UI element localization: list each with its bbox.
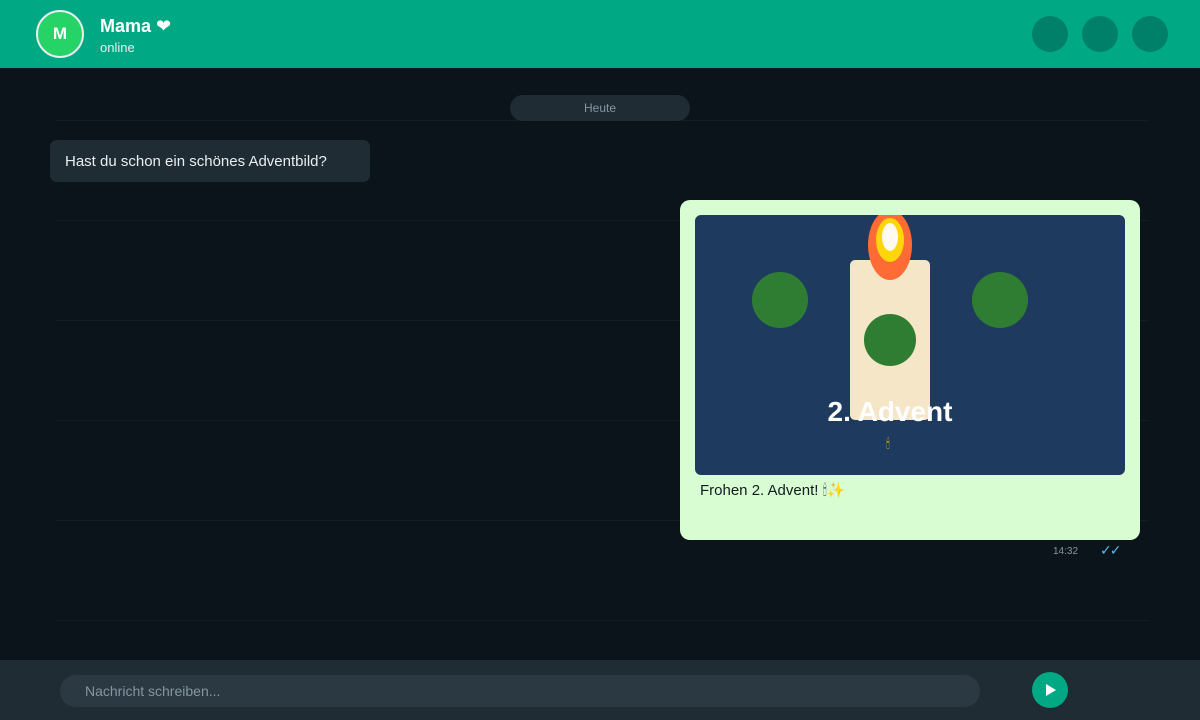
date-divider: Heute: [510, 95, 690, 121]
wreath-ball-icon: [752, 272, 808, 328]
grid-line: [55, 620, 1150, 621]
avatar[interactable]: M: [36, 10, 84, 58]
contact-name[interactable]: Mama ❤: [100, 15, 171, 37]
image-emoji: 🕯: [886, 436, 890, 452]
header-action-3-button[interactable]: [1132, 16, 1168, 52]
chat-header: M Mama ❤ online: [0, 0, 1200, 68]
incoming-message[interactable]: Hast du schon ein schönes Adventbild?: [50, 140, 370, 182]
outgoing-message[interactable]: 2. Advent 🕯 Frohen 2. Advent! 🕯✨: [680, 200, 1140, 540]
header-action-2-button[interactable]: [1082, 16, 1118, 52]
wreath-ball-icon: [864, 314, 916, 366]
advent-image[interactable]: 2. Advent 🕯: [695, 215, 1125, 475]
message-input[interactable]: [60, 675, 980, 707]
header-action-1-button[interactable]: [1032, 16, 1068, 52]
message-composer: [0, 660, 1200, 720]
message-caption: Frohen 2. Advent! 🕯✨: [700, 482, 846, 499]
wreath-ball-icon: [972, 272, 1028, 328]
advent-illustration: 2. Advent 🕯: [752, 215, 1028, 452]
read-ticks-icon: ✓✓: [1100, 542, 1122, 558]
send-button[interactable]: [1032, 672, 1068, 708]
chat-area[interactable]: Heute Hast du schon ein schönes Adventbi…: [0, 68, 1200, 660]
message-timestamp: 14:32: [1053, 546, 1079, 557]
send-icon: [1046, 684, 1056, 696]
message-text: Hast du schon ein schönes Adventbild?: [65, 152, 327, 170]
chat-app: M Mama ❤ online Heute Hast du schon ein …: [0, 0, 1200, 720]
image-title: 2. Advent: [828, 396, 953, 427]
contact-status: online: [100, 40, 135, 55]
